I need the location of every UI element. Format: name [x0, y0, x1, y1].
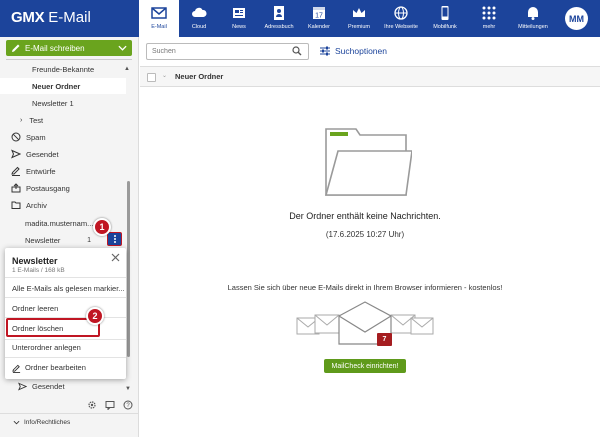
divider: [5, 339, 126, 340]
menu-item-create-subfolder[interactable]: Unterordner anlegen: [12, 343, 81, 352]
nav-more[interactable]: mehr: [467, 0, 511, 37]
step-badge-2: 2: [86, 307, 104, 325]
folder-title: Neuer Ordner: [175, 72, 224, 81]
folder-spam[interactable]: Spam: [0, 129, 126, 145]
spam-icon: [11, 132, 21, 142]
calendar-icon: 17: [313, 7, 325, 20]
scrollbar[interactable]: [127, 181, 130, 357]
close-icon[interactable]: [111, 253, 120, 262]
nav-premium[interactable]: Premium: [339, 0, 379, 37]
filter-sliders-icon: [320, 46, 330, 56]
divider: [0, 413, 138, 414]
nav-email[interactable]: E-Mail: [139, 0, 179, 37]
context-menu-title: Newsletter: [12, 256, 58, 266]
chevron-right-icon[interactable]: ›: [20, 117, 22, 124]
cloud-icon: [192, 7, 207, 17]
divider: [5, 357, 126, 358]
folder-options-button[interactable]: [107, 232, 122, 246]
globe-icon: [394, 6, 408, 20]
empty-folder-timestamp: (17.6.2025 10:27 Uhr): [325, 230, 405, 239]
folder-postausgang[interactable]: Postausgang: [0, 180, 126, 196]
search-options-link[interactable]: Suchoptionen: [320, 46, 387, 56]
search-input[interactable]: [146, 43, 309, 60]
bell-icon: [528, 7, 538, 20]
compose-button[interactable]: E-Mail schreiben: [6, 40, 132, 56]
outbox-icon: [11, 183, 21, 193]
newspaper-icon: [233, 8, 245, 18]
edit-pencil-icon: [12, 364, 21, 373]
folder-entwuerfe[interactable]: Entwürfe: [0, 163, 126, 179]
nav-website[interactable]: Ihre Webseite: [379, 0, 423, 37]
crown-icon: [353, 8, 365, 17]
folder-icon: [11, 201, 21, 209]
chevron-down-icon[interactable]: ⌄: [162, 72, 167, 79]
empty-folder-message: Der Ordner enthält keine Nachrichten.: [289, 211, 441, 221]
main-nav: E-Mail Cloud News Adressbuch 17 Kalender…: [139, 0, 555, 37]
info-legal-link[interactable]: Info/Rechtliches: [13, 419, 70, 426]
grid-icon: [482, 6, 496, 20]
draft-pencil-icon: [11, 166, 20, 176]
scroll-down-arrow[interactable]: ▼: [125, 386, 131, 392]
folder-newsletter-1[interactable]: Newsletter 1: [0, 95, 126, 111]
divider: [5, 277, 126, 278]
step-badge-1: 1: [93, 218, 111, 236]
folder-test[interactable]: › Test: [0, 112, 126, 128]
folder-gesendet-account[interactable]: Gesendet: [18, 382, 65, 391]
folder-freunde-bekannte[interactable]: Freunde-Bekannte: [0, 61, 126, 77]
mailcheck-promo-text: Lassen Sie sich über neue E-Mails direkt…: [227, 283, 503, 292]
nav-addressbook[interactable]: Adressbuch: [259, 0, 299, 37]
select-all-checkbox[interactable]: [147, 73, 156, 82]
folder-neuer-ordner[interactable]: Neuer Ordner: [0, 78, 126, 94]
feedback-icon[interactable]: [105, 400, 115, 410]
envelope-icon: [151, 7, 167, 19]
unread-count: 1: [87, 236, 91, 244]
search-icon[interactable]: [292, 46, 302, 56]
list-header: ⌄ Neuer Ordner: [140, 67, 600, 87]
nav-notifications[interactable]: Mitteilungen: [511, 0, 555, 37]
highlight-box: [6, 318, 100, 337]
nav-calendar[interactable]: 17 Kalender: [299, 0, 339, 37]
help-icon[interactable]: ?: [123, 400, 133, 410]
context-menu-subtitle: 1 E-Mails / 168 kB: [12, 267, 65, 274]
folder-gesendet[interactable]: Gesendet: [0, 146, 126, 162]
mailcheck-setup-button[interactable]: MailCheck einrichten!: [324, 359, 406, 373]
settings-gear-icon[interactable]: [87, 400, 97, 410]
empty-folder-illustration: [324, 128, 412, 196]
avatar[interactable]: MM: [565, 7, 588, 30]
menu-item-edit-folder[interactable]: Ordner bearbeiten: [25, 363, 86, 372]
send-icon: [18, 382, 27, 391]
divider: [6, 59, 132, 60]
divider: [5, 297, 126, 298]
phone-icon: [441, 6, 449, 20]
envelopes-illustration: [296, 301, 434, 345]
chevron-down-icon[interactable]: [118, 44, 127, 52]
nav-mobile[interactable]: Mobilfunk: [423, 0, 467, 37]
pencil-icon: [12, 44, 20, 52]
chevron-down-icon: [13, 420, 20, 425]
logo[interactable]: GMX E-Mail: [11, 9, 91, 26]
menu-item-empty-folder[interactable]: Ordner leeren: [12, 304, 58, 313]
folder-context-menu: Newsletter 1 E-Mails / 168 kB Alle E-Mai…: [5, 248, 126, 379]
folder-archiv[interactable]: Archiv: [0, 197, 126, 213]
svg-text:17: 17: [315, 13, 323, 20]
nav-news[interactable]: News: [219, 0, 259, 37]
send-icon: [11, 149, 21, 159]
menu-item-mark-all-read[interactable]: Alle E-Mails als gelesen markier...: [12, 284, 125, 293]
new-mail-count-badge: 7: [377, 333, 392, 346]
nav-cloud[interactable]: Cloud: [179, 0, 219, 37]
address-book-icon: [274, 6, 284, 20]
sidebar-footer-icons: ?: [87, 400, 133, 410]
top-bar: GMX E-Mail E-Mail Cloud News Adressbuch 1…: [0, 0, 600, 37]
